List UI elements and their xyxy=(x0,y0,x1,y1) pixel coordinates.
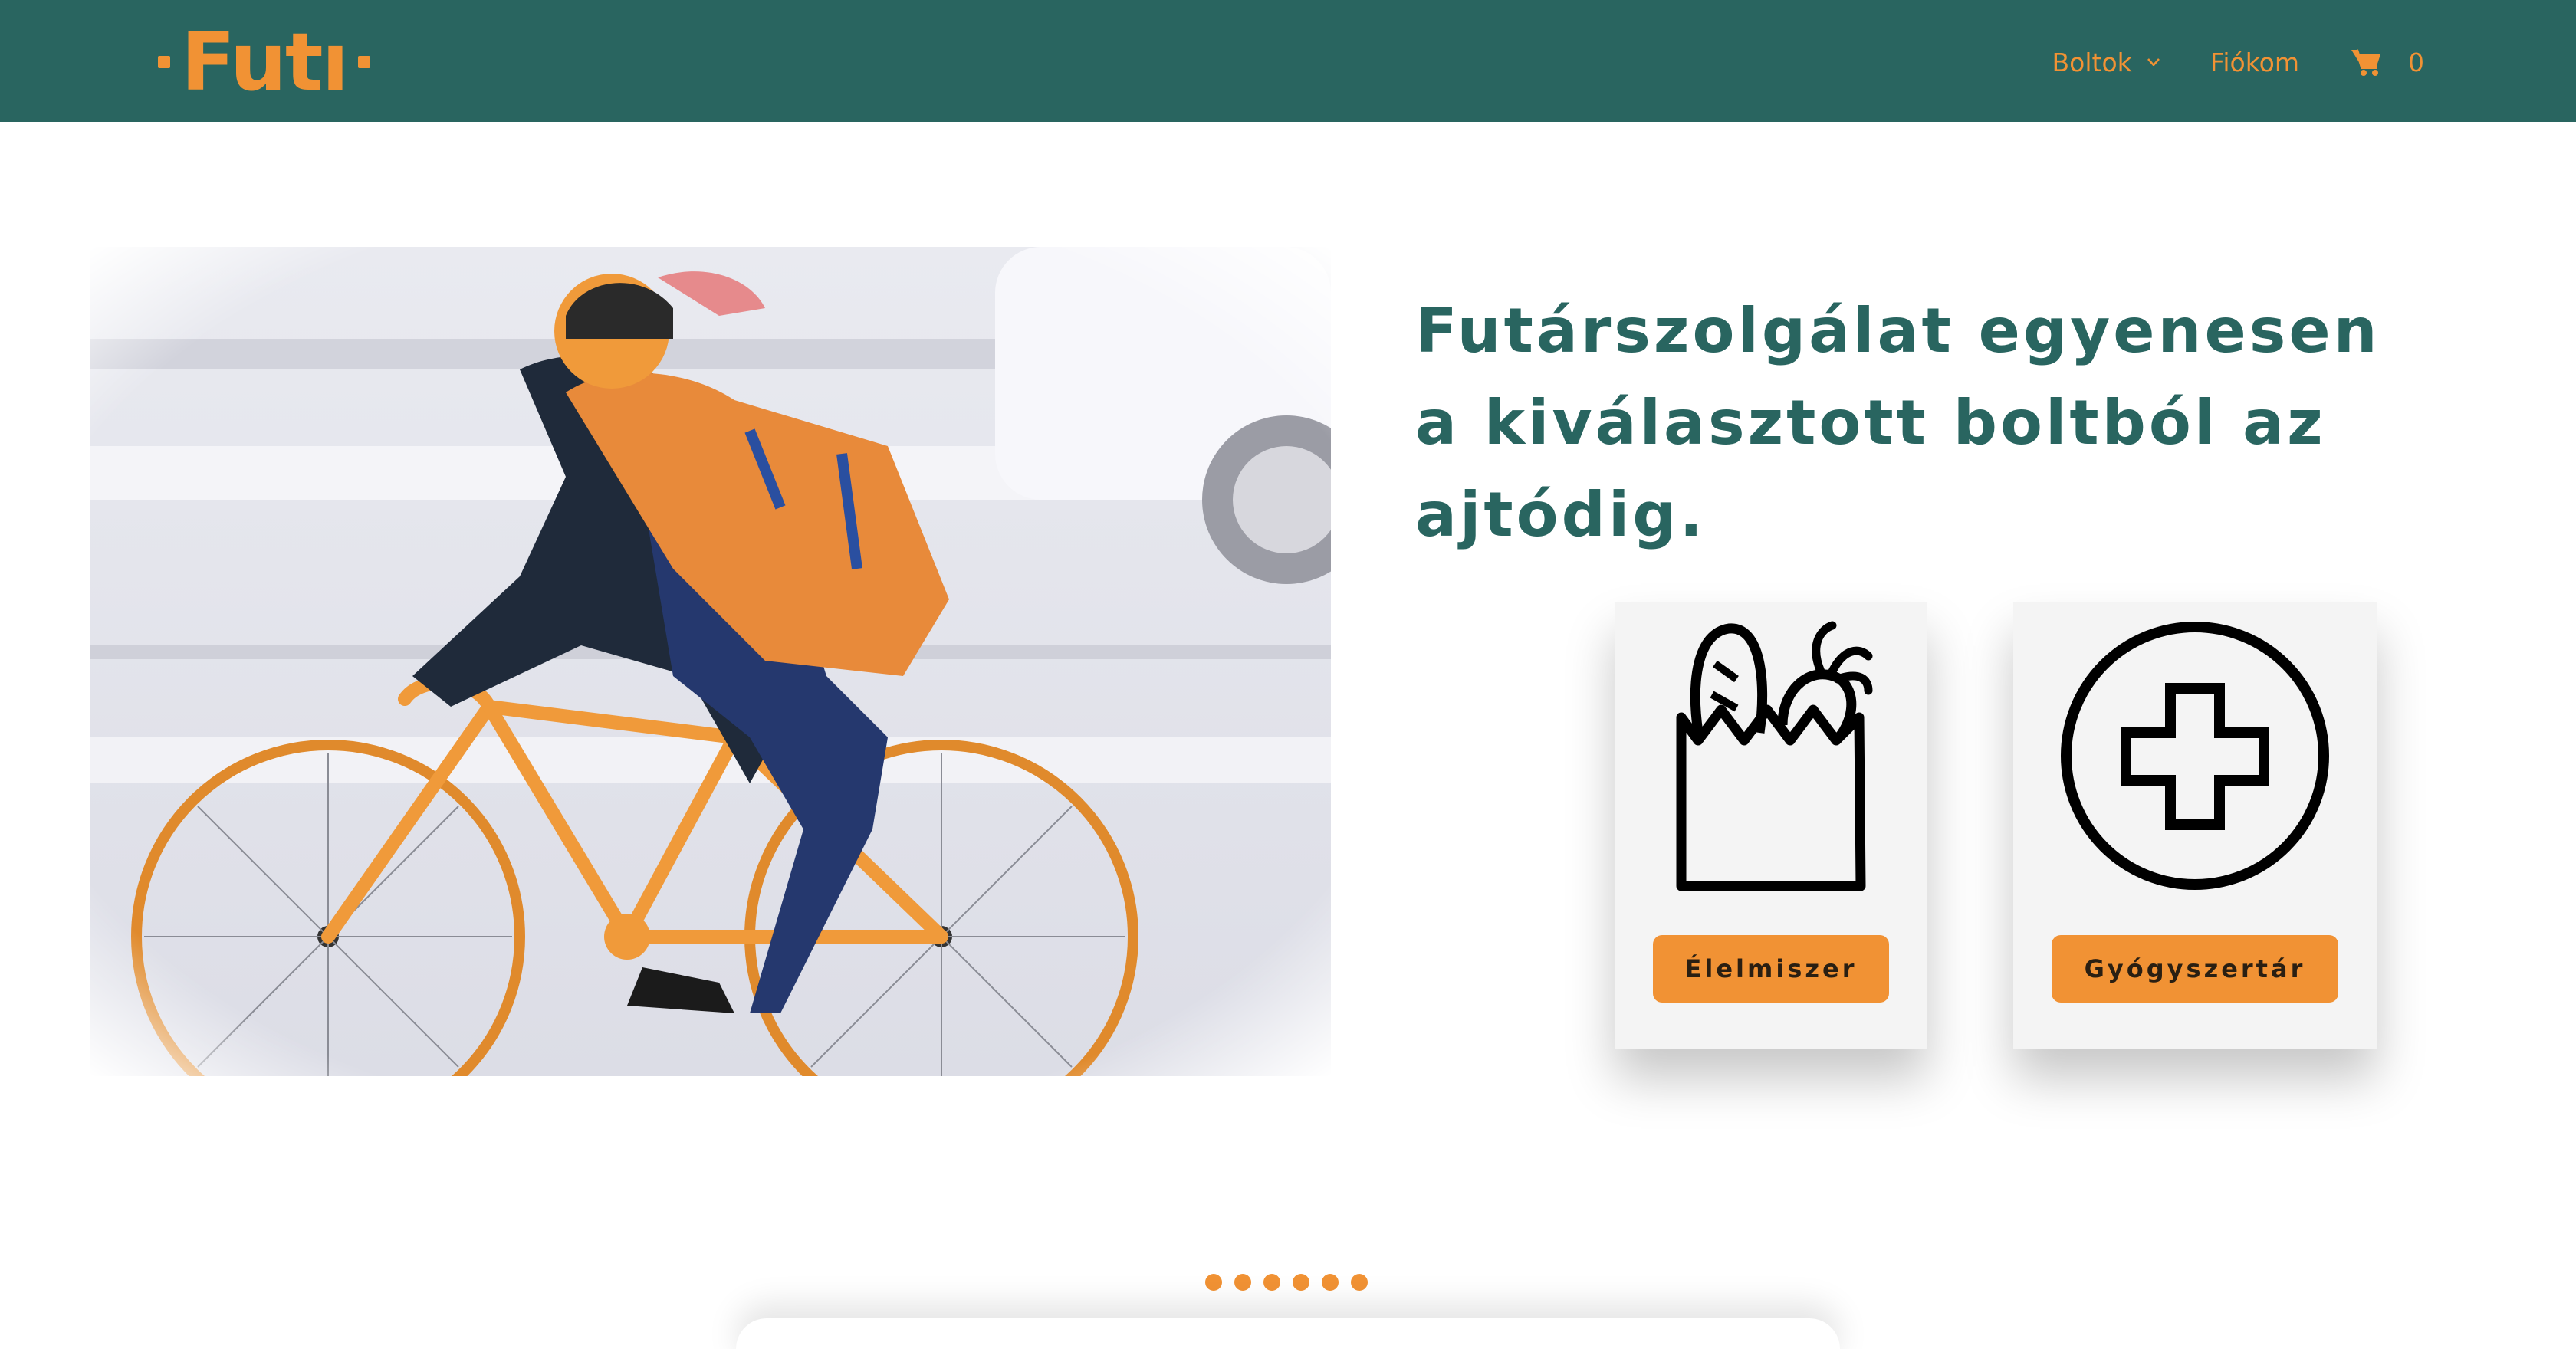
pharmacy-cross-icon xyxy=(2061,622,2329,890)
carousel-dot-1[interactable] xyxy=(1205,1274,1222,1291)
nav-shops-dropdown[interactable]: Boltok xyxy=(2052,48,2160,77)
carousel-dot-3[interactable] xyxy=(1263,1274,1280,1291)
shopping-cart-icon xyxy=(2351,49,2380,76)
grocery-button[interactable]: Élelmiszer xyxy=(1653,935,1889,1003)
logo-dot-left xyxy=(158,56,170,68)
carousel-dot-5[interactable] xyxy=(1322,1274,1339,1291)
carousel-pagination xyxy=(1205,1274,1380,1291)
carousel-dot-2[interactable] xyxy=(1234,1274,1251,1291)
grocery-bag-icon xyxy=(1676,621,1873,891)
logo-text: Futı xyxy=(181,15,349,109)
carousel-dot-4[interactable] xyxy=(1293,1274,1309,1291)
top-navigation-bar: Futı Boltok Fiókom 0 xyxy=(0,0,2576,122)
logo-dot-right xyxy=(358,56,371,68)
nav-account-label: Fiókom xyxy=(2210,47,2299,77)
brand-logo[interactable]: Futı xyxy=(158,15,371,109)
pharmacy-button[interactable]: Gyógyszertár xyxy=(2052,935,2338,1003)
nav-account-link[interactable]: Fiókom xyxy=(2210,48,2299,77)
chevron-down-icon xyxy=(2147,58,2160,66)
category-card-pharmacy[interactable]: Gyógyszertár xyxy=(2013,602,2377,1049)
main-menu: Boltok Fiókom 0 xyxy=(2052,40,2424,84)
category-card-grocery[interactable]: Élelmiszer xyxy=(1615,602,1927,1049)
hero-cyclist-image xyxy=(90,247,1331,1076)
hero-headline: Futárszolgálat egyenesen a kiválasztott … xyxy=(1415,295,2380,550)
cart-count: 0 xyxy=(2408,47,2424,77)
next-section-edge xyxy=(736,1318,1840,1349)
cart-link[interactable]: 0 xyxy=(2350,47,2424,77)
nav-shops-label: Boltok xyxy=(2052,47,2132,77)
carousel-dot-6[interactable] xyxy=(1351,1274,1368,1291)
